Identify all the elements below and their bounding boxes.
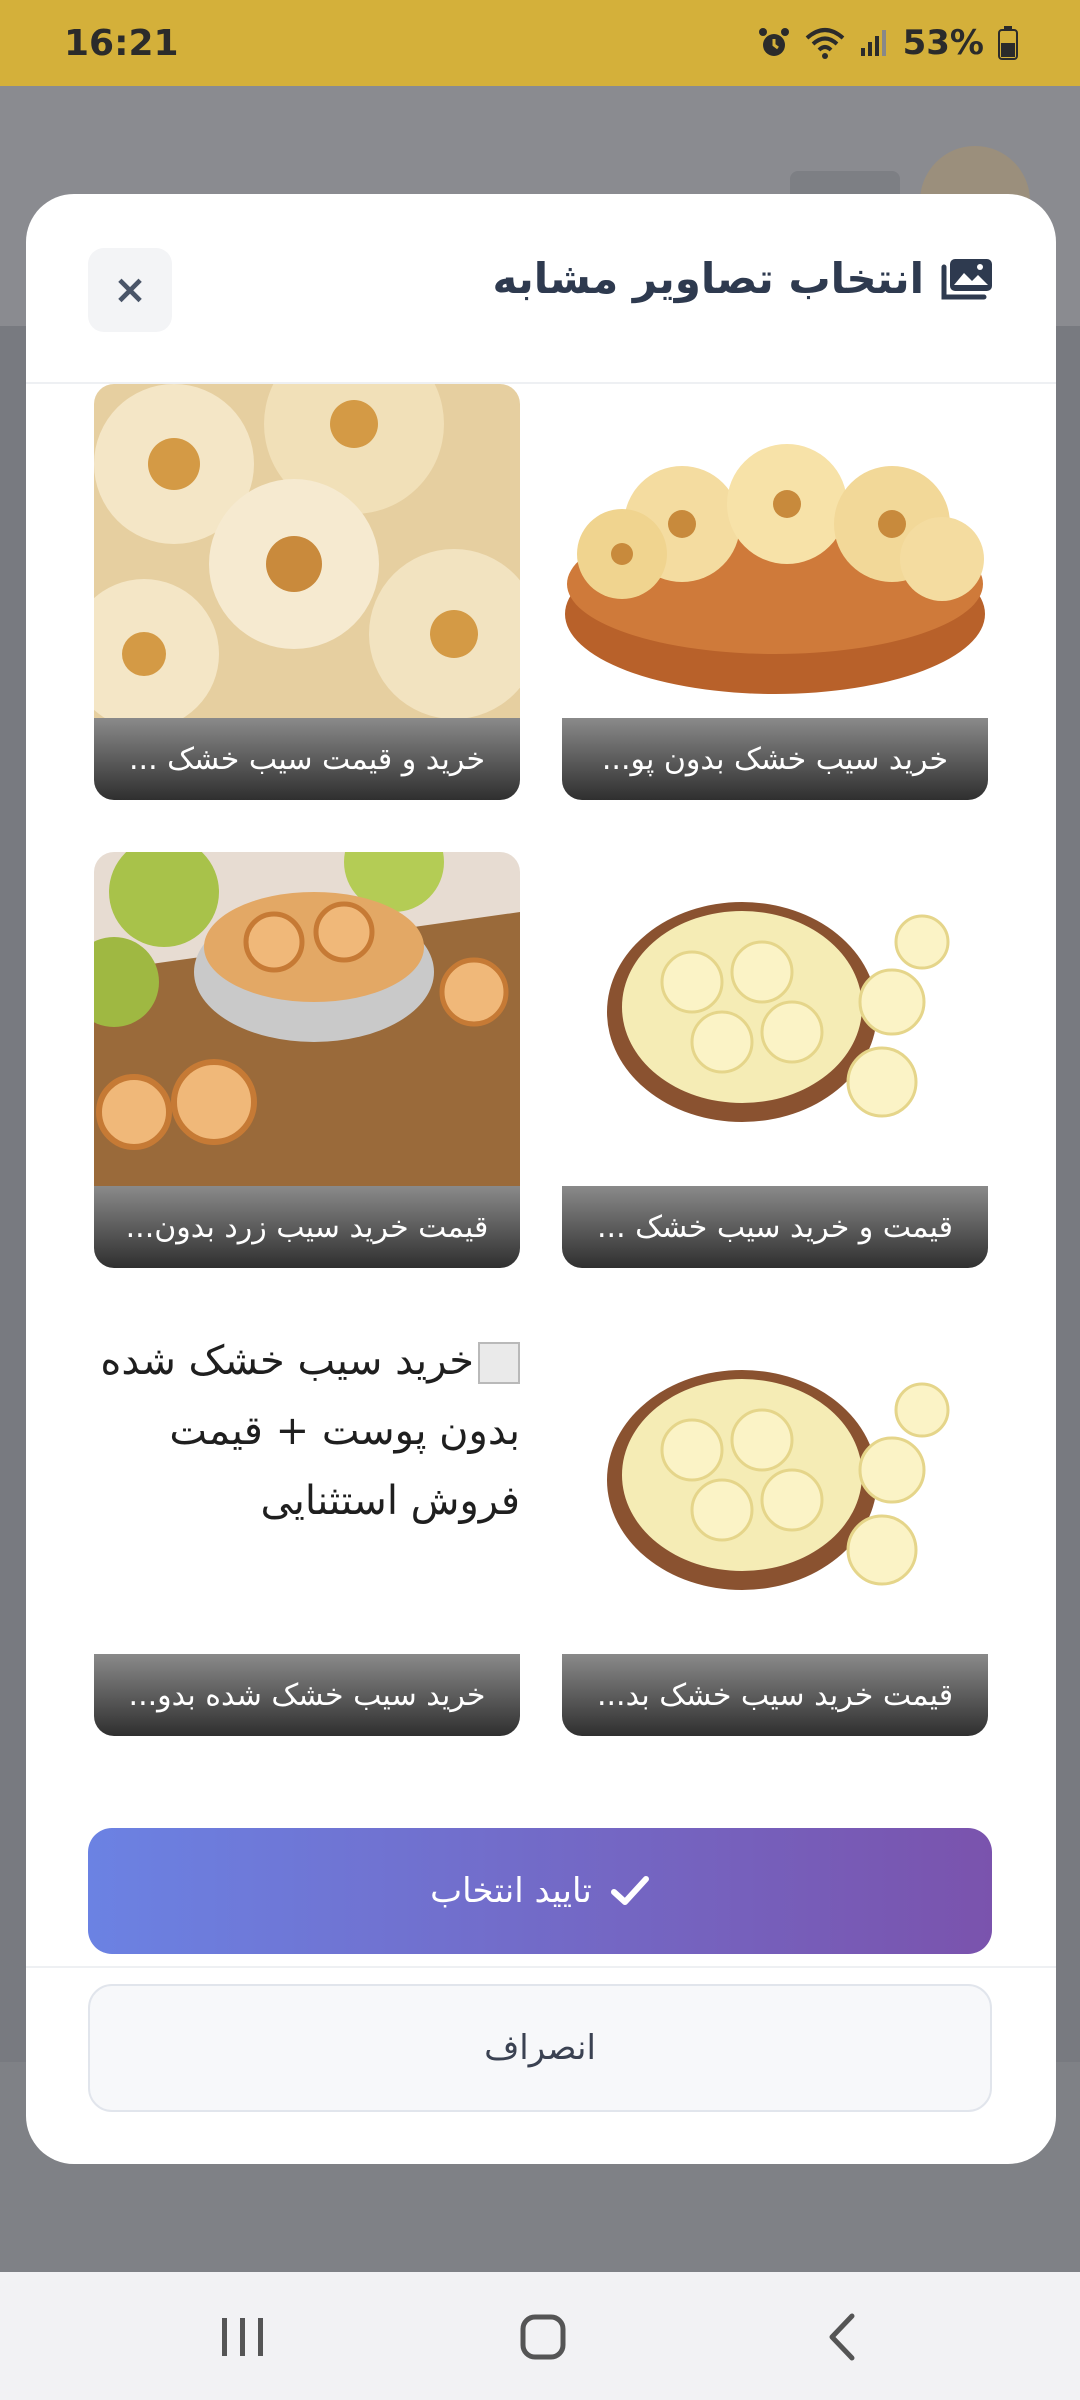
modal-title-text: انتخاب تصاویر مشابه (492, 254, 924, 303)
confirm-selection-button[interactable]: تایید انتخاب (88, 1828, 992, 1954)
images-icon (941, 258, 992, 299)
image-caption: قیمت و خرید سیب خشک ... (562, 1186, 988, 1268)
status-icons: 53% (757, 23, 1018, 63)
dried-apple-bowl-image (562, 384, 988, 718)
dried-apple-closeup-image (94, 384, 520, 718)
image-caption: خرید و قیمت سیب خشک ... (94, 718, 520, 800)
dried-apple-plate-image (562, 1320, 988, 1654)
dried-apple-plate-image (562, 852, 988, 1186)
image-grid: خرید سیب خشک بدون پو... خرید و قیمت سیب … (26, 384, 1056, 1966)
close-button[interactable]: × (88, 248, 172, 332)
image-card[interactable]: قیمت خرید سیب خشک بد... (562, 1320, 988, 1736)
home-icon[interactable] (508, 2302, 578, 2372)
broken-image-alt-text: خرید سیب خشک شده بدون پوست + قیمت فروش ا… (100, 1338, 520, 1524)
image-caption: قیمت خرید سیب خشک بد... (562, 1654, 988, 1736)
status-time: 16:21 (64, 22, 179, 64)
image-card[interactable]: خرید سیب خشک شده بدون پوست + قیمت فروش ا… (94, 1320, 520, 1736)
status-bar: 16:21 53% (0, 0, 1080, 86)
check-icon (610, 1876, 649, 1905)
alarm-icon (758, 28, 789, 56)
cancel-button[interactable]: انصراف (88, 1984, 992, 2112)
modal-title: انتخاب تصاویر مشابه (493, 254, 994, 303)
image-caption: قیمت خرید سیب زرد بدون... (94, 1186, 520, 1268)
broken-image-alt: خرید سیب خشک شده بدون پوست + قیمت فروش ا… (94, 1326, 520, 1536)
signal-icon (860, 30, 886, 56)
image-card[interactable]: قیمت خرید سیب زرد بدون... (94, 852, 520, 1268)
dried-apple-green-apples-image (94, 852, 520, 1186)
battery-percent: 53% (902, 23, 984, 63)
similar-images-modal: انتخاب تصاویر مشابه × خرید سیب خشک بدون … (26, 194, 1056, 2164)
battery-icon (998, 26, 1018, 60)
image-card[interactable]: خرید سیب خشک بدون پو... (562, 384, 988, 800)
image-card[interactable]: قیمت و خرید سیب خشک ... (562, 852, 988, 1268)
image-caption: خرید سیب خشک شده بدو... (94, 1654, 520, 1736)
image-caption: خرید سیب خشک بدون پو... (562, 718, 988, 800)
back-icon[interactable] (808, 2302, 878, 2372)
cancel-label: انصراف (484, 2028, 596, 2068)
confirm-selection-label: تایید انتخاب (430, 1871, 592, 1911)
broken-image-icon (478, 1342, 520, 1384)
modal-header: انتخاب تصاویر مشابه × (26, 194, 1056, 384)
wifi-icon (805, 28, 844, 59)
close-icon: × (113, 267, 147, 313)
recent-apps-icon[interactable] (208, 2302, 278, 2372)
image-card[interactable]: خرید و قیمت سیب خشک ... (94, 384, 520, 800)
system-nav-bar (0, 2272, 1080, 2400)
